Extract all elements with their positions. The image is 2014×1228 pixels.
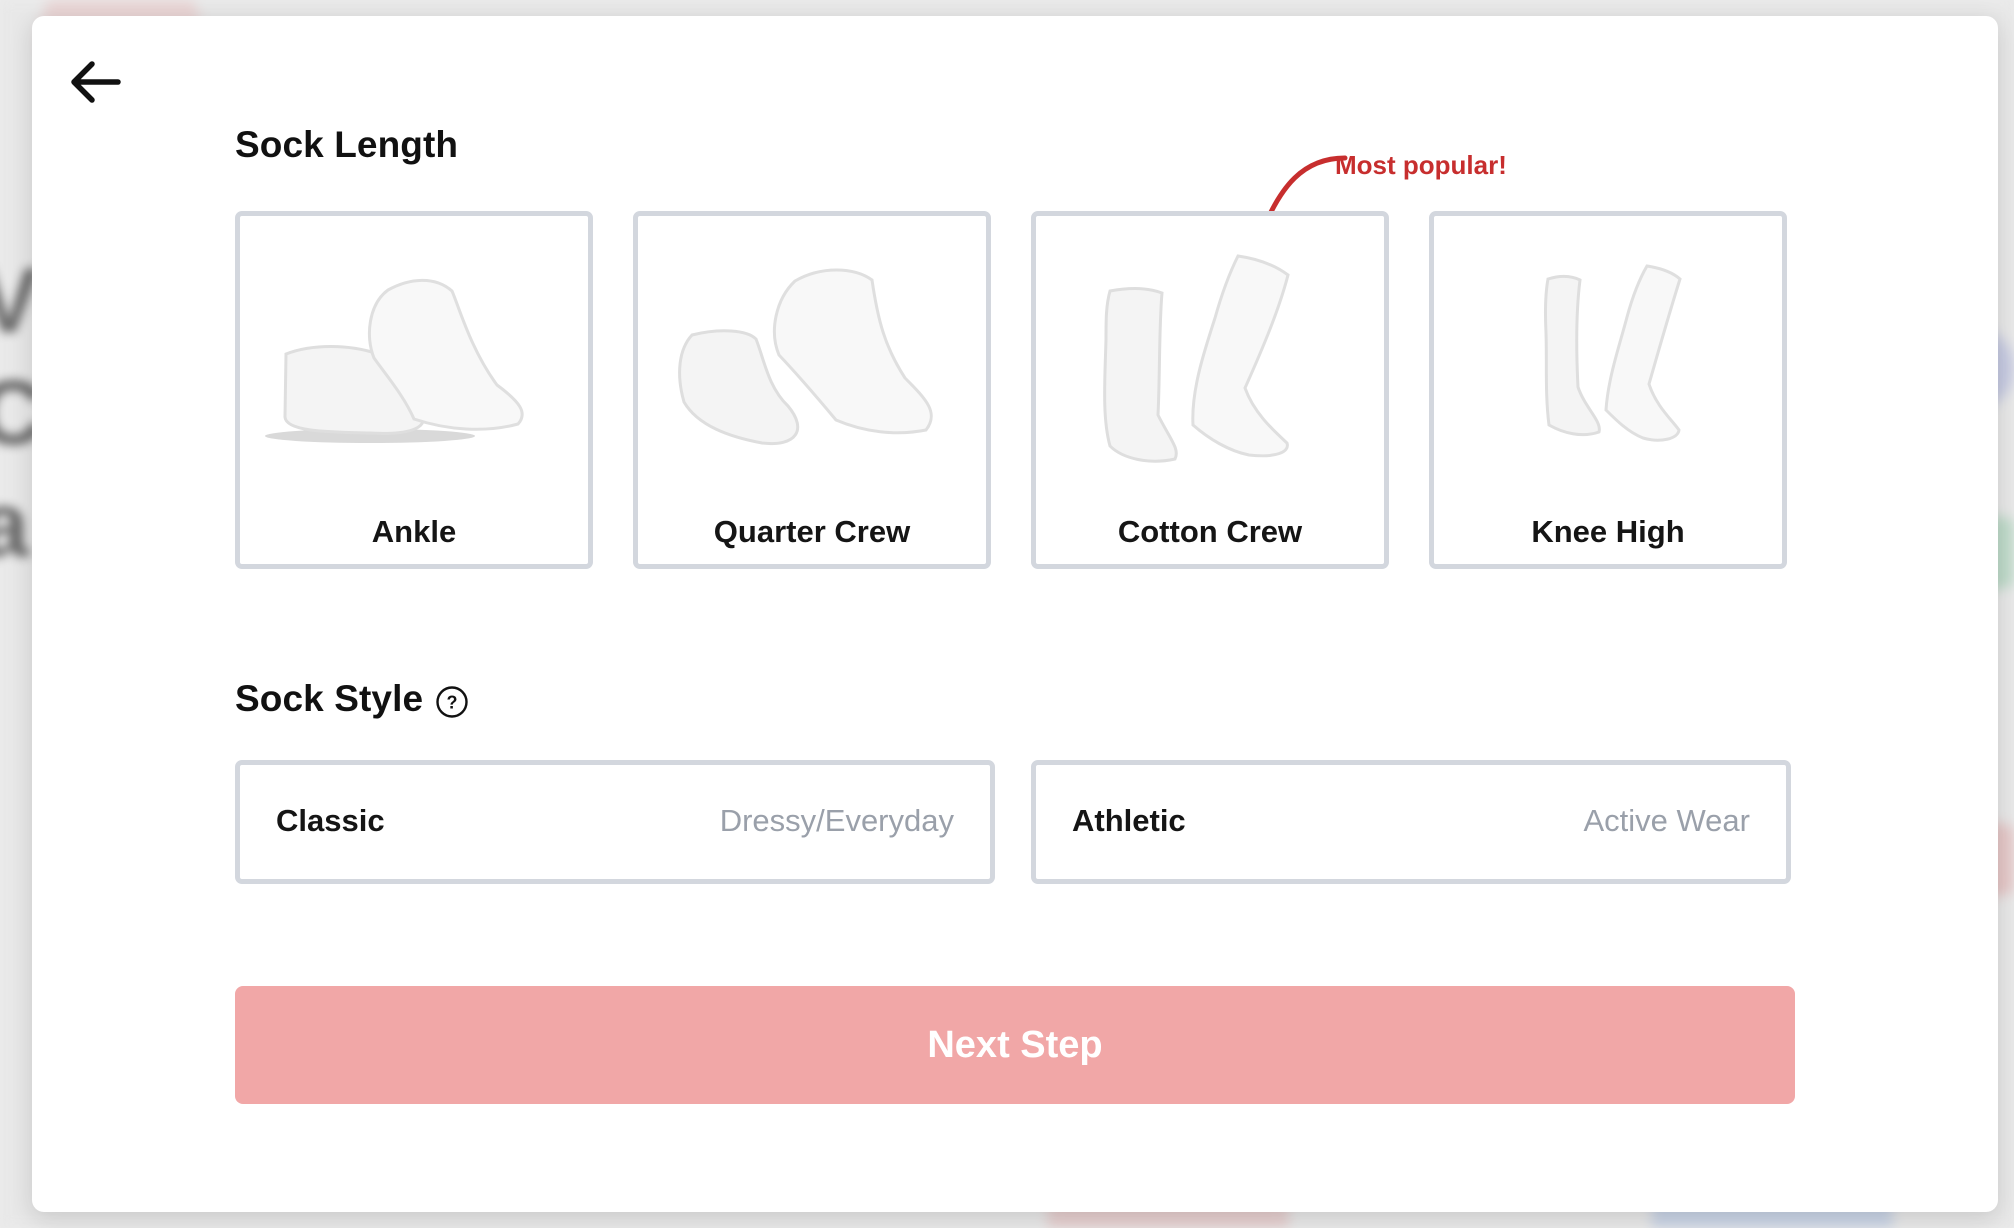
quarter-crew-socks-icon — [678, 268, 933, 446]
sock-style-description: Active Wear — [1583, 803, 1750, 838]
sock-length-option-knee-high[interactable]: Knee High — [1429, 211, 1787, 569]
sock-style-label: Athletic — [1072, 803, 1186, 838]
sock-style-option-classic[interactable]: Classic Dressy/Everyday — [235, 760, 995, 884]
most-popular-note: Most popular! — [1335, 150, 1507, 180]
next-step-button[interactable]: Next Step — [235, 986, 1795, 1104]
svg-text:?: ? — [447, 693, 458, 713]
question-circle-icon[interactable]: ? — [435, 685, 469, 719]
sock-options-modal: Sock Length Most popular! Ankle Quarter … — [32, 16, 1998, 1212]
sock-style-label: Classic — [276, 803, 385, 838]
sock-length-title: Sock Length — [235, 124, 459, 165]
sock-length-label: Cotton Crew — [1117, 514, 1303, 549]
sock-style-option-athletic[interactable]: Athletic Active Wear — [1031, 760, 1791, 884]
sock-length-option-cotton-crew[interactable]: Cotton Crew — [1031, 211, 1389, 569]
cotton-crew-socks-icon — [1103, 254, 1290, 463]
sock-length-option-ankle[interactable]: Ankle — [235, 211, 593, 569]
sock-length-label: Knee High — [1531, 514, 1685, 549]
sock-length-label: Ankle — [371, 514, 457, 549]
ankle-socks-icon — [265, 278, 524, 443]
back-arrow-icon[interactable] — [60, 46, 130, 116]
sock-length-label: Quarter Crew — [713, 514, 911, 549]
sock-style-title: Sock Style — [235, 678, 424, 719]
sock-style-description: Dressy/Everyday — [719, 803, 954, 838]
knee-high-socks-icon — [1543, 264, 1682, 442]
sock-length-option-quarter-crew[interactable]: Quarter Crew — [633, 211, 991, 569]
